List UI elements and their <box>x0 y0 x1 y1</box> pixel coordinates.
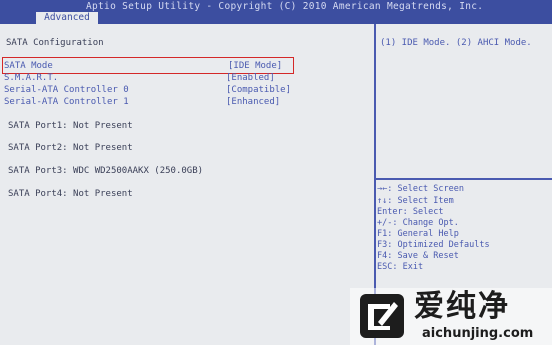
option-sata-mode[interactable]: SATA Mode <box>4 61 53 72</box>
tab-advanced[interactable]: Advanced <box>36 12 98 24</box>
watermark: 爱纯净 aichunjing.com <box>350 288 552 345</box>
key-select-screen: →←: Select Screen <box>377 184 464 194</box>
key-save-reset: F4: Save & Reset <box>377 251 459 261</box>
sata-port-4: SATA Port4: Not Present <box>8 189 133 199</box>
option-sata-controller-0-value[interactable]: [Compatible] <box>226 85 291 96</box>
option-smart[interactable]: S.M.A.R.T. <box>4 73 58 84</box>
key-optimized-defaults: F3: Optimized Defaults <box>377 240 490 250</box>
option-sata-mode-value[interactable]: [IDE Mode] <box>228 61 282 72</box>
sata-port-3: SATA Port3: WDC WD2500AAKX (250.0GB) <box>8 166 204 176</box>
main-pane: SATA Configuration SATA Mode [IDE Mode] … <box>0 24 374 345</box>
window-title: Aptio Setup Utility - Copyright (C) 2010… <box>86 1 484 12</box>
key-exit: ESC: Exit <box>377 262 424 272</box>
watermark-brand: 爱纯净 <box>414 289 510 324</box>
sata-port-2: SATA Port2: Not Present <box>8 143 133 153</box>
help-text: (1) IDE Mode. (2) AHCI Mode. <box>380 38 532 48</box>
key-enter: Enter: Select <box>377 207 444 217</box>
help-divider <box>376 178 552 180</box>
bios-screen: Aptio Setup Utility - Copyright (C) 2010… <box>0 0 552 345</box>
option-sata-controller-1[interactable]: Serial-ATA Controller 1 <box>4 97 129 108</box>
sata-port-1: SATA Port1: Not Present <box>8 121 133 131</box>
section-title: SATA Configuration <box>6 38 104 48</box>
watermark-url: aichunjing.com <box>422 326 534 341</box>
key-general-help: F1: General Help <box>377 229 459 239</box>
option-sata-controller-0[interactable]: Serial-ATA Controller 0 <box>4 85 129 96</box>
header-bar: Aptio Setup Utility - Copyright (C) 2010… <box>0 0 552 24</box>
brand-logo-icon <box>360 294 404 338</box>
option-smart-value[interactable]: [Enabled] <box>226 73 275 84</box>
key-change-opt: +/-: Change Opt. <box>377 218 459 228</box>
option-sata-controller-1-value[interactable]: [Enhanced] <box>226 97 280 108</box>
key-select-item: ↑↓: Select Item <box>377 196 454 206</box>
